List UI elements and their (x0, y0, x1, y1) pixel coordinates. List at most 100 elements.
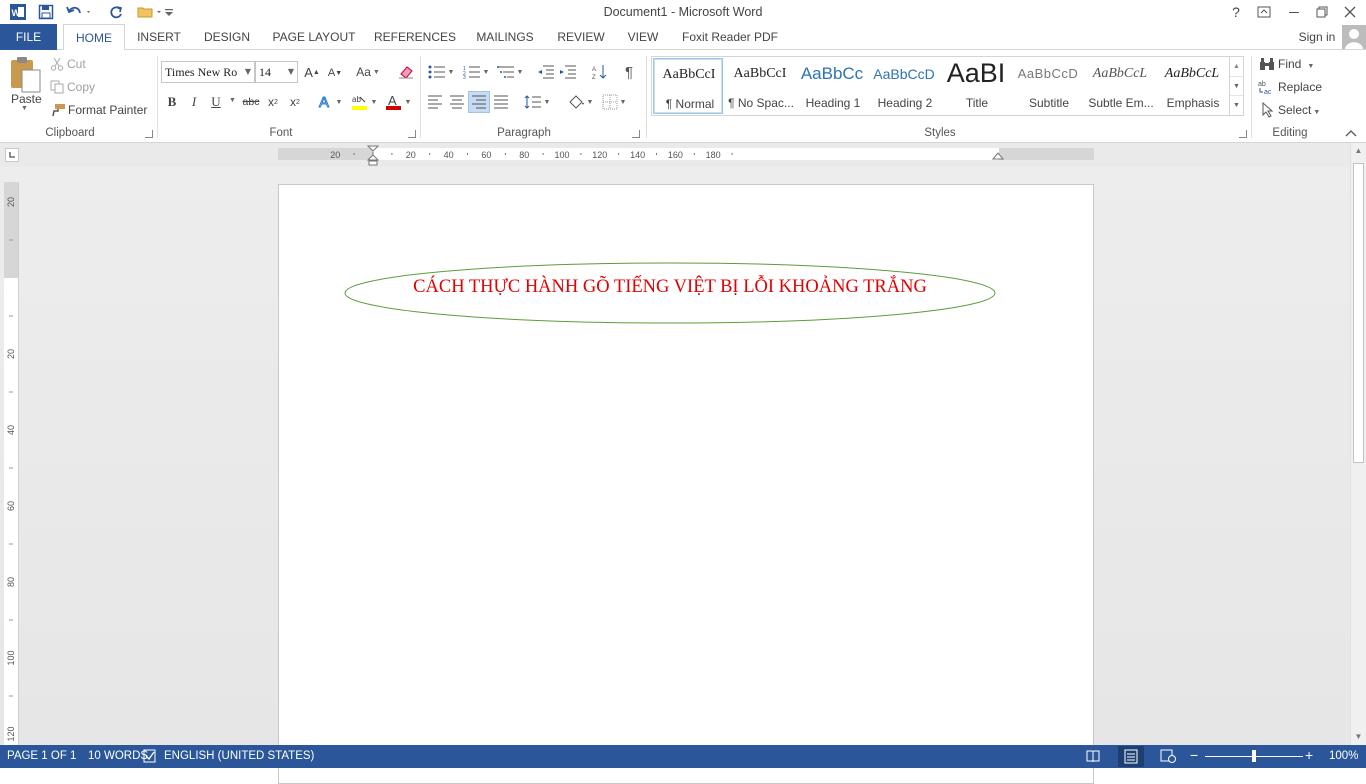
right-indent-marker[interactable] (992, 152, 1004, 162)
scrollbar-thumb[interactable] (1353, 163, 1364, 463)
font-launcher-icon[interactable] (408, 130, 416, 138)
print-layout-icon[interactable] (1118, 746, 1144, 767)
document-heading[interactable]: CÁCH THỰC HÀNH GÕ TIẾNG VIỆT BỊ LỖI KHOẢ… (343, 277, 997, 298)
zoom-level[interactable]: 100% (1329, 750, 1358, 762)
align-right-icon[interactable] (468, 91, 490, 113)
font-color-icon[interactable]: A ▼ (382, 91, 414, 113)
shrink-font-icon[interactable]: A ▼ (324, 62, 346, 84)
paste-icon[interactable] (8, 56, 44, 96)
avatar[interactable] (1342, 25, 1366, 49)
tab-foxit-reader-pdf[interactable]: Foxit Reader PDF (678, 24, 782, 50)
show-paragraph-marks-button[interactable]: ¶ (618, 61, 640, 83)
style-heading-2[interactable]: AaBbCcD Heading 2 (869, 58, 939, 114)
scroll-up-icon[interactable]: ▲ (1230, 57, 1243, 76)
tab-review[interactable]: REVIEW (552, 24, 610, 50)
scroll-down-icon[interactable]: ▼ (1351, 729, 1366, 745)
select-cursor-icon[interactable] (1261, 102, 1275, 118)
style-no-spacing[interactable]: AaBbCcI ¶ No Spac... (725, 58, 795, 114)
find-button[interactable]: Find ▼ (1278, 57, 1314, 71)
styles-launcher-icon[interactable] (1239, 130, 1247, 138)
style-subtle-emphasis[interactable]: AaBbCcL Subtle Em... (1085, 58, 1155, 114)
justify-icon[interactable] (490, 91, 512, 113)
zoom-slider-thumb[interactable] (1252, 750, 1256, 762)
vertical-ruler[interactable]: 20 20 40 60 80 100 120 (4, 182, 19, 745)
language-indicator[interactable]: ENGLISH (UNITED STATES) (164, 750, 314, 762)
vertical-scrollbar[interactable]: ▲ ▼ (1350, 143, 1366, 745)
numbering-icon[interactable]: 1 2 3 ▼ (461, 61, 491, 83)
tab-home[interactable]: HOME (63, 24, 125, 51)
minimize-icon[interactable] (1280, 0, 1308, 24)
help-button[interactable]: ? (1222, 0, 1250, 24)
scroll-down-icon[interactable]: ▼ (1230, 76, 1243, 95)
subscript-button[interactable]: x2 (262, 91, 284, 113)
align-left-icon[interactable] (424, 91, 446, 113)
paragraph-launcher-icon[interactable] (632, 130, 640, 138)
replace-button[interactable]: Replace (1278, 80, 1322, 94)
style-heading-1[interactable]: AaBbCc Heading 1 (797, 58, 867, 114)
page-count[interactable]: PAGE 1 OF 1 (7, 750, 76, 762)
copy-button[interactable]: Copy (67, 80, 95, 94)
multilevel-list-icon[interactable]: ▼ (495, 61, 525, 83)
style-normal[interactable]: AaBbCcI ¶ Normal (653, 58, 723, 114)
replace-icon[interactable]: ab ac (1258, 79, 1275, 95)
font-size-select[interactable]: 14 ▼ (255, 61, 298, 83)
tab-file[interactable]: FILE (0, 24, 57, 50)
zoom-slider[interactable] (1205, 750, 1303, 762)
tab-selector-icon[interactable] (5, 148, 19, 162)
shading-icon[interactable]: ▼ (564, 91, 596, 113)
scroll-up-icon[interactable]: ▲ (1351, 143, 1366, 159)
format-painter-icon[interactable] (50, 103, 66, 117)
strikethrough-button[interactable]: abc (240, 91, 262, 113)
tab-view[interactable]: VIEW (622, 24, 664, 50)
underline-button[interactable]: U (205, 91, 227, 113)
web-layout-icon[interactable] (1160, 749, 1176, 763)
restore-icon[interactable] (1308, 0, 1336, 24)
word-count[interactable]: 10 WORDS (88, 750, 148, 762)
select-button[interactable]: Select ▼ (1278, 103, 1320, 117)
copy-icon[interactable] (50, 80, 64, 94)
close-icon[interactable] (1336, 0, 1364, 24)
style-emphasis[interactable]: AaBbCcL Emphasis (1157, 58, 1227, 114)
bullets-icon[interactable]: ▼ (426, 61, 456, 83)
first-line-indent-marker[interactable] (367, 145, 379, 167)
font-name-select[interactable]: Times New Ro ▼ (161, 61, 255, 83)
more-styles-icon[interactable]: ▼ (1230, 95, 1243, 114)
line-spacing-icon[interactable]: ▼ (522, 91, 552, 113)
binoculars-icon[interactable] (1259, 57, 1275, 71)
clear-formatting-icon[interactable] (395, 61, 417, 83)
gallery-scroll[interactable]: ▲ ▼ ▼ (1229, 57, 1243, 115)
increase-indent-icon[interactable] (557, 61, 579, 83)
tab-references[interactable]: REFERENCES (373, 24, 457, 50)
borders-icon[interactable]: ▼ (598, 91, 630, 113)
clipboard-launcher-icon[interactable] (145, 130, 153, 138)
paste-dropdown-icon[interactable]: ▼ (21, 105, 28, 112)
superscript-button[interactable]: x2 (284, 91, 306, 113)
zoom-out-icon[interactable]: − (1190, 748, 1202, 763)
change-case-button[interactable]: Aa ▼ (353, 61, 383, 83)
tab-mailings[interactable]: MAILINGS (470, 24, 540, 50)
cut-button[interactable]: Cut (67, 57, 86, 71)
italic-button[interactable]: I (183, 91, 205, 113)
cut-icon[interactable] (50, 57, 64, 71)
paste-button[interactable]: Paste (11, 92, 42, 106)
text-effects-icon[interactable]: A ▼ (315, 91, 345, 113)
style-subtitle[interactable]: AaBbCcD Subtitle (1013, 58, 1083, 114)
format-painter-button[interactable]: Format Painter (68, 103, 147, 117)
underline-dropdown-icon[interactable]: ▼ (229, 97, 236, 104)
grow-font-icon[interactable]: A ▲ (301, 61, 323, 83)
highlight-color-icon[interactable]: ab ▼ (348, 91, 380, 113)
align-center-icon[interactable] (446, 91, 468, 113)
tab-page-layout[interactable]: PAGE LAYOUT (268, 24, 360, 50)
decrease-indent-icon[interactable] (535, 61, 557, 83)
style-title[interactable]: AaBI Title (941, 58, 1011, 114)
zoom-in-icon[interactable]: + (1305, 748, 1317, 762)
ribbon-display-options-icon[interactable] (1250, 0, 1278, 24)
read-mode-icon[interactable] (1086, 749, 1100, 763)
sort-icon[interactable]: AZ (589, 61, 611, 83)
bold-button[interactable]: B (161, 91, 183, 113)
collapse-ribbon-icon[interactable] (1345, 128, 1357, 138)
sign-in-link[interactable]: Sign in (1292, 24, 1342, 50)
proofing-icon[interactable] (143, 749, 157, 763)
tab-insert[interactable]: INSERT (132, 24, 186, 50)
tab-design[interactable]: DESIGN (198, 24, 256, 50)
